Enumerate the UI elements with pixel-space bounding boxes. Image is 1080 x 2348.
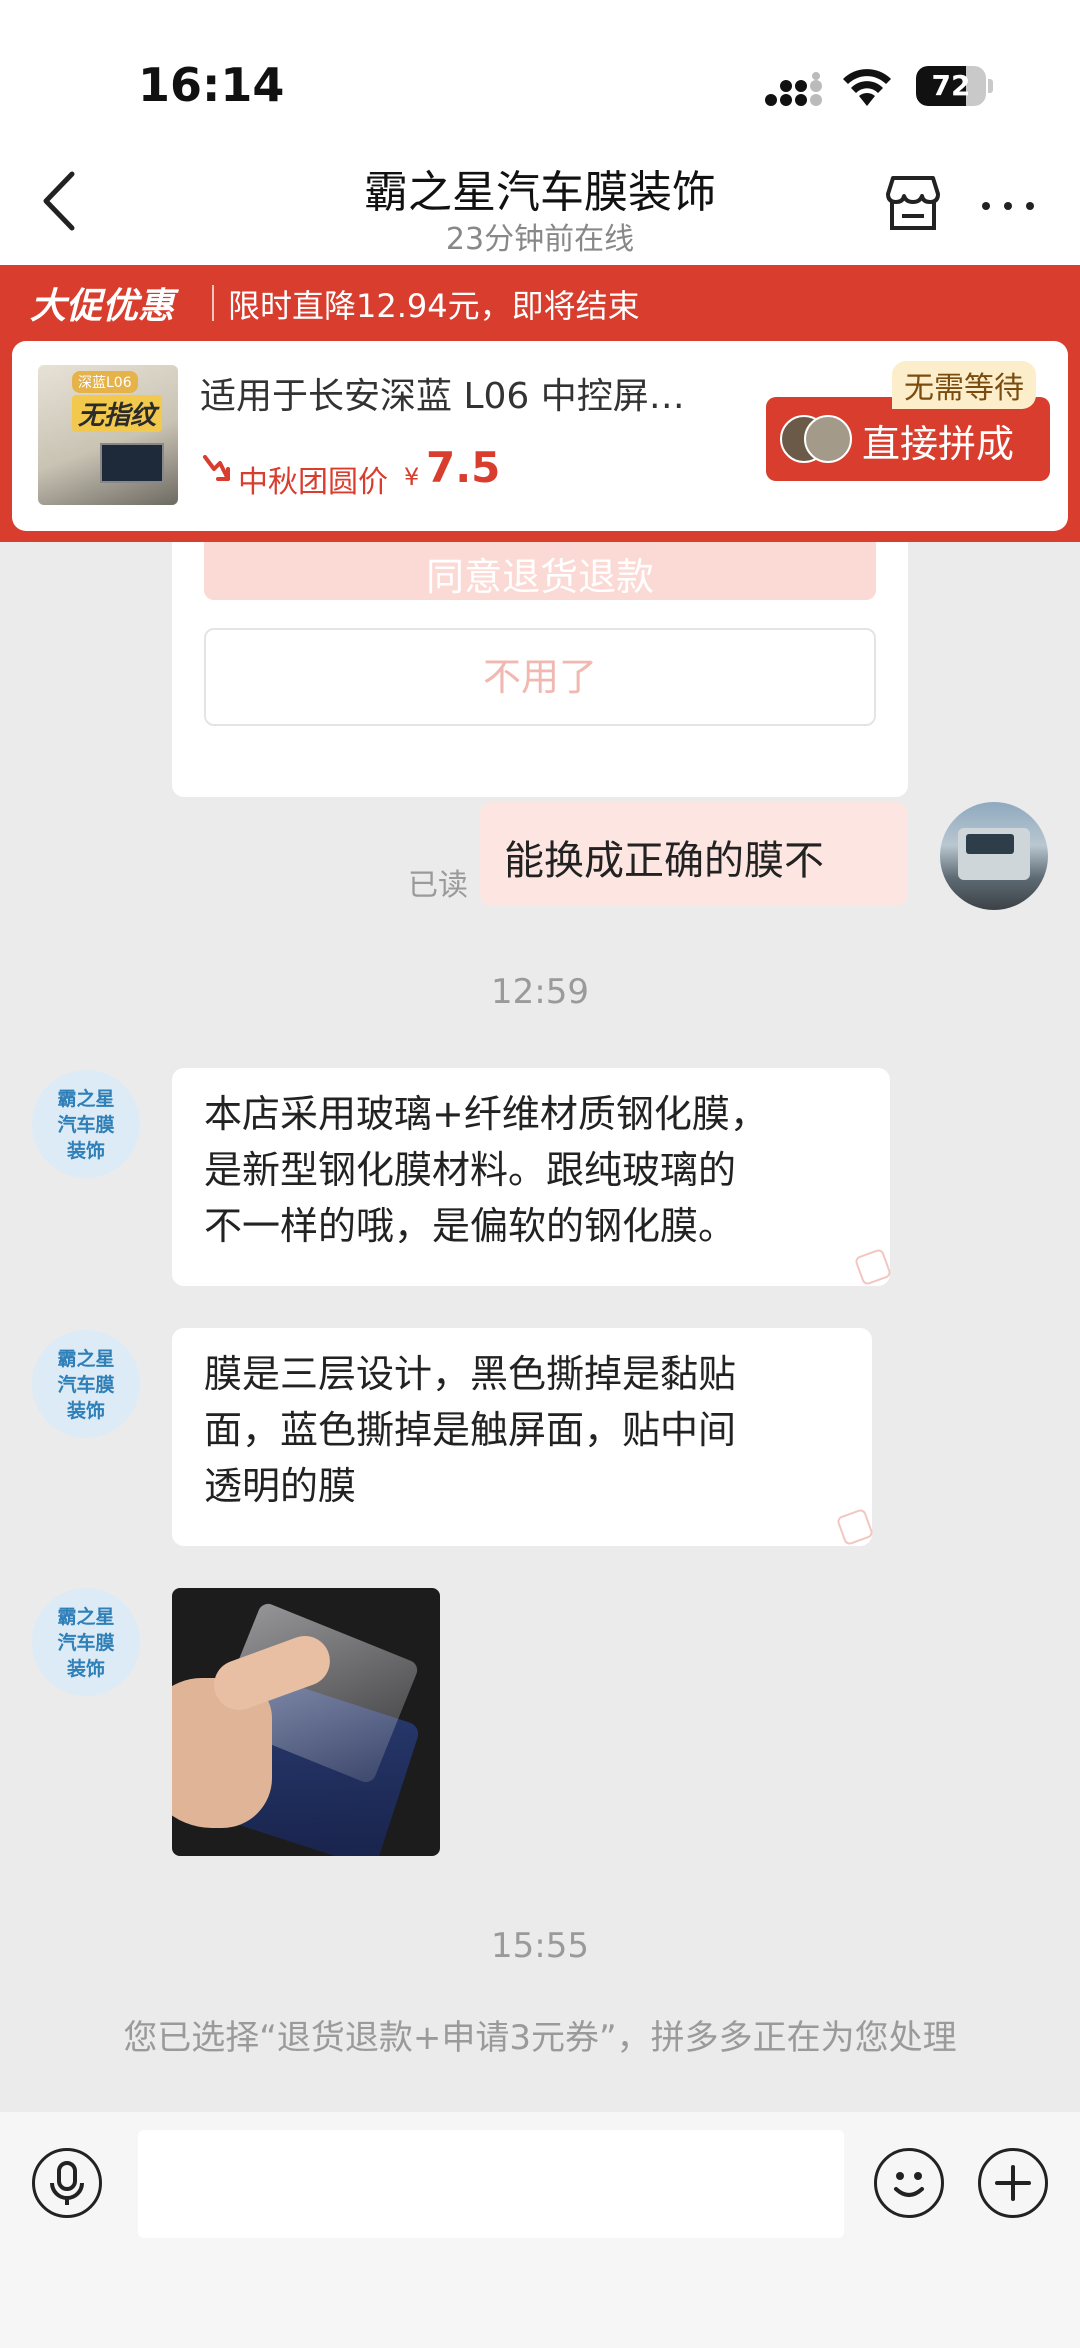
- trend-down-icon: [202, 453, 232, 485]
- timestamp: 15:55: [491, 1926, 589, 1966]
- message-input[interactable]: [138, 2130, 844, 2238]
- stamp-icon: [835, 1507, 875, 1547]
- thumb-screen-image: [100, 443, 164, 483]
- system-message: 您已选择“退货退款+申请3元券”，拼多多正在为您处理: [123, 2018, 957, 2058]
- decline-button[interactable]: 不用了: [204, 628, 876, 726]
- input-bar: [0, 2112, 1080, 2348]
- message-line: 不一样的哦，是偏软的钢化膜。: [204, 1204, 737, 1248]
- image-message[interactable]: [172, 1588, 440, 1856]
- message-line: 本店采用玻璃+纤维材质钢化膜，: [204, 1092, 768, 1136]
- message-line: 是新型钢化膜材料。跟纯玻璃的: [204, 1148, 737, 1192]
- promo-text: 限时直降12.94元，即将结束: [228, 287, 640, 325]
- product-card[interactable]: 深蓝L06 无指纹 适用于长安深蓝 L06 中控屏… 中秋团圆价 ¥ 7.5 直…: [12, 341, 1068, 531]
- shop-avatar-text: 装饰: [66, 1140, 105, 1162]
- outgoing-message[interactable]: 能换成正确的膜不: [480, 802, 908, 906]
- shop-avatar-text: 霸之星: [57, 1088, 115, 1110]
- message-line: 膜是三层设计，黑色撕掉是黏贴: [204, 1352, 737, 1396]
- wifi-icon: [840, 62, 894, 106]
- avatar: [804, 415, 852, 463]
- price-label: 中秋团圆价: [238, 465, 388, 500]
- shop-avatar[interactable]: 霸之星 汽车膜 装饰: [32, 1330, 140, 1438]
- mic-icon[interactable]: [32, 2148, 102, 2218]
- status-time: 16:14: [138, 58, 285, 112]
- thumb-badge-feature: 无指纹: [72, 395, 163, 432]
- chat-area[interactable]: 同意退货退款 不用了 已读 能换成正确的膜不 12:59 霸之星 汽车膜 装饰 …: [0, 542, 1080, 2112]
- message-line: 透明的膜: [204, 1464, 357, 1508]
- shop-avatar-text: 装饰: [66, 1658, 105, 1680]
- truck-window: [966, 834, 1014, 854]
- shop-avatar-text: 汽车膜: [57, 1632, 115, 1654]
- shop-avatar-text: 汽车膜: [57, 1114, 115, 1136]
- group-avatars: [780, 415, 852, 463]
- incoming-message[interactable]: 本店采用玻璃+纤维材质钢化膜， 是新型钢化膜材料。跟纯玻璃的 不一样的哦，是偏软…: [172, 1068, 893, 1287]
- price-currency: ¥: [404, 463, 420, 491]
- more-icon[interactable]: [980, 200, 1036, 212]
- product-thumbnail[interactable]: 深蓝L06 无指纹: [38, 365, 178, 505]
- join-group-label: 直接拼成: [862, 422, 1015, 466]
- incoming-message[interactable]: 膜是三层设计，黑色撕掉是黏贴 面，蓝色撕掉是触屏面，贴中间 透明的膜: [172, 1328, 875, 1547]
- timestamp: 12:59: [491, 972, 589, 1012]
- chat-header: 霸之星汽车膜装饰 23分钟前在线: [0, 150, 1080, 265]
- shop-avatar-text: 霸之星: [57, 1348, 115, 1370]
- shop-avatar-text: 汽车膜: [57, 1374, 115, 1396]
- promo-tag: 大促优惠: [30, 286, 175, 327]
- product-title[interactable]: 适用于长安深蓝 L06 中控屏…: [200, 367, 740, 419]
- shop-avatar-text: 装饰: [66, 1400, 105, 1422]
- promo-divider: [212, 285, 214, 321]
- no-wait-badge: 无需等待: [892, 361, 1036, 409]
- emoji-icon[interactable]: [874, 2148, 944, 2218]
- read-receipt: 已读: [408, 868, 468, 903]
- user-avatar[interactable]: [940, 802, 1048, 910]
- shop-avatar[interactable]: 霸之星 汽车膜 装饰: [32, 1588, 140, 1696]
- agree-refund-button[interactable]: 同意退货退款: [204, 542, 876, 600]
- thumb-badge-model: 深蓝L06: [72, 371, 138, 393]
- shop-avatar[interactable]: 霸之星 汽车膜 装饰: [32, 1070, 140, 1178]
- battery-icon: 72: [916, 66, 993, 106]
- shop-avatar-text: 霸之星: [57, 1606, 115, 1628]
- promo-banner[interactable]: 大促优惠 限时直降12.94元，即将结束 深蓝L06 无指纹 适用于长安深蓝 L…: [0, 265, 1080, 542]
- store-icon[interactable]: [882, 174, 944, 232]
- plus-icon[interactable]: [978, 2148, 1048, 2218]
- status-bar: 16:14 72: [0, 0, 1080, 150]
- battery-level: 72: [931, 69, 971, 102]
- price-value: 7.5: [426, 443, 501, 492]
- signal-icon: [764, 72, 822, 108]
- join-group-button[interactable]: 直接拼成: [766, 397, 1050, 481]
- stamp-icon: [853, 1247, 893, 1287]
- message-line: 面，蓝色撕掉是触屏面，贴中间: [204, 1408, 737, 1452]
- refund-card: 同意退货退款 不用了: [172, 542, 908, 797]
